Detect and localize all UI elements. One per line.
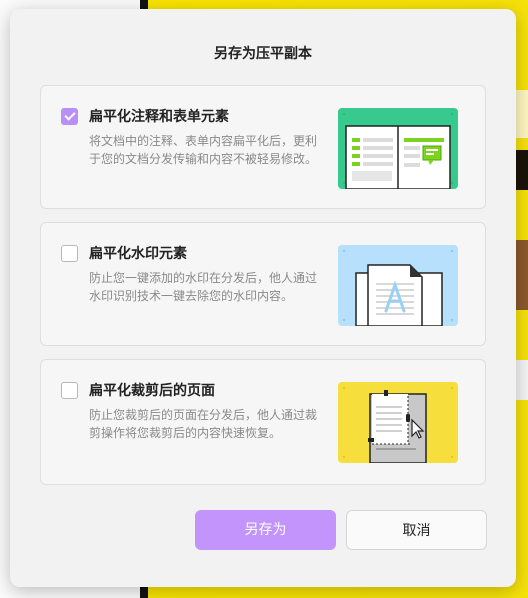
option-card-flatten-watermark[interactable]: 扁平化水印元素 防止您一键添加的水印在分发后，他人通过水印识别技术一键去除您的水… xyxy=(40,222,486,346)
flatten-crop-illustration xyxy=(338,382,458,463)
save-flattened-copy-dialog: 另存为压平副本 扁平化注释和表单元素 将文档中的注释、表单内容扁平化后，更利于您… xyxy=(10,9,516,587)
flatten-annotations-illustration xyxy=(338,108,458,189)
option-description: 将文档中的注释、表单内容扁平化后，更利于您的文档分发传输和内容不被轻易修改。 xyxy=(89,134,318,166)
save-as-button[interactable]: 另存为 xyxy=(195,510,336,550)
option-description: 防止您裁剪后的页面在分发后，他人通过裁剪操作将您裁剪后的内容快速恢复。 xyxy=(89,408,318,440)
option-title: 扁平化裁剪后的页面 xyxy=(89,383,215,399)
option-description: 防止您一键添加的水印在分发后，他人通过水印识别技术一键去除您的水印内容。 xyxy=(89,271,318,303)
option-title: 扁平化注释和表单元素 xyxy=(89,109,229,125)
option-title: 扁平化水印元素 xyxy=(89,246,187,262)
dialog-title: 另存为压平副本 xyxy=(214,46,312,62)
cancel-button[interactable]: 取消 xyxy=(346,510,487,550)
option-card-flatten-crop[interactable]: 扁平化裁剪后的页面 防止您裁剪后的页面在分发后，他人通过裁剪操作将您裁剪后的内容… xyxy=(40,359,486,485)
flatten-annotations-checkbox[interactable] xyxy=(61,108,78,125)
option-card-flatten-annotations[interactable]: 扁平化注释和表单元素 将文档中的注释、表单内容扁平化后，更利于您的文档分发传输和… xyxy=(40,85,486,209)
flatten-watermark-illustration xyxy=(338,245,458,326)
flatten-crop-checkbox[interactable] xyxy=(61,382,78,399)
flatten-watermark-checkbox[interactable] xyxy=(61,245,78,262)
